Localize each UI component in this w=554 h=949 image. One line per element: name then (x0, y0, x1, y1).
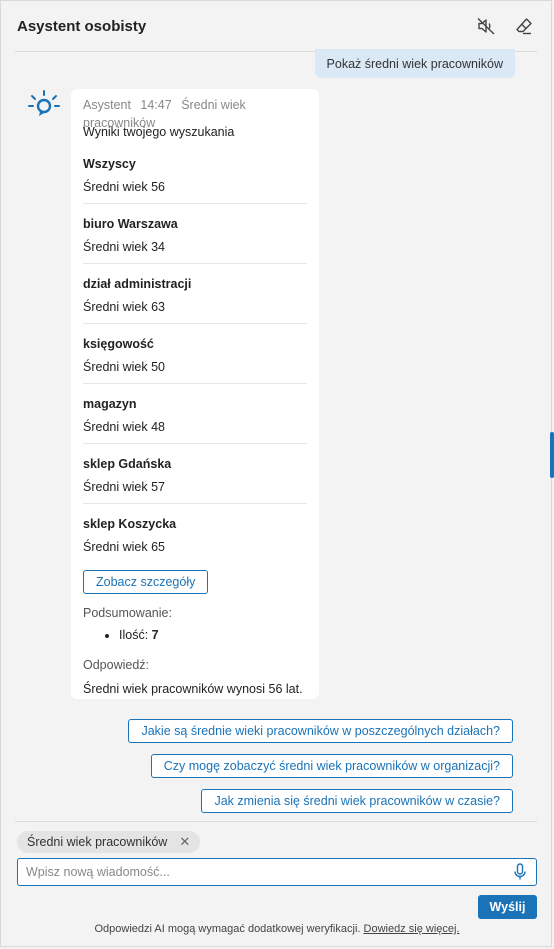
lightbulb-icon (28, 90, 60, 116)
result-list: Wszyscy Średni wiek 56 biuro Warszawa Śr… (83, 150, 307, 556)
user-message: Pokaż średni wiek pracowników (314, 49, 515, 78)
assistant-avatar (27, 89, 61, 119)
header: Asystent osobisty (1, 1, 551, 51)
result-name: księgowość (83, 337, 154, 351)
result-age: Średni wiek 65 (83, 540, 165, 554)
send-button[interactable]: Wyślij (478, 895, 537, 919)
scroll-indicator (550, 432, 554, 478)
result-name: Wszyscy (83, 157, 136, 171)
speaker-muted-icon (477, 17, 495, 35)
result-item: sklep Koszycka Średni wiek 65 (83, 504, 307, 556)
result-name: sklep Koszycka (83, 517, 177, 531)
message-input-box (17, 858, 537, 886)
see-details-button[interactable]: Zobacz szczegóły (83, 570, 209, 594)
clear-chat-button[interactable] (513, 15, 535, 37)
mute-button[interactable] (475, 15, 497, 37)
ai-disclaimer: Odpowiedzi AI mogą wymagać dodatkowej we… (1, 923, 553, 935)
eraser-icon (516, 18, 532, 35)
composer-divider (15, 821, 537, 822)
summary-label: Podsumowanie: (83, 606, 172, 620)
learn-more-link[interactable]: Dowiedz się więcej. (364, 923, 460, 935)
summary-item-label: Ilość: (119, 628, 149, 642)
summary-item: Ilość: 7 (119, 628, 307, 642)
assistant-panel: Asystent osobisty Pokaż średni wiek prac… (0, 0, 552, 947)
context-chip-label: Średni wiek pracowników (27, 835, 168, 849)
message-input[interactable] (26, 865, 512, 879)
assistant-message: Asystent 14:47 Średni wiek pracowników W… (71, 89, 319, 699)
suggestion-list: Jakie są średnie wieki pracowników w pos… (128, 719, 513, 824)
result-item: sklep Gdańska Średni wiek 57 (83, 444, 307, 504)
close-icon[interactable]: ✕ (179, 834, 190, 850)
sender-name: Asystent (83, 98, 131, 112)
message-time: 14:47 (140, 98, 172, 112)
disclaimer-text: Odpowiedzi AI mogą wymagać dodatkowej we… (94, 923, 361, 935)
microphone-icon[interactable] (512, 863, 528, 881)
result-age: Średni wiek 34 (83, 240, 165, 254)
result-name: magazyn (83, 397, 137, 411)
summary-list: Ilość: 7 (83, 628, 307, 646)
result-name: biuro Warszawa (83, 217, 178, 231)
result-item: księgowość Średni wiek 50 (83, 324, 307, 384)
answer-text: Średni wiek pracowników wynosi 56 lat. (83, 682, 303, 696)
suggestion-button[interactable]: Jak zmienia się średni wiek pracowników … (201, 789, 513, 813)
answer-label: Odpowiedź: (83, 658, 150, 672)
result-item: magazyn Średni wiek 48 (83, 384, 307, 444)
result-age: Średni wiek 63 (83, 300, 165, 314)
result-item: biuro Warszawa Średni wiek 34 (83, 204, 307, 264)
result-item: dział administracji Średni wiek 63 (83, 264, 307, 324)
context-chip: Średni wiek pracowników ✕ (17, 831, 201, 853)
result-age: Średni wiek 48 (83, 420, 165, 434)
summary-item-value: 7 (151, 628, 159, 642)
result-age: Średni wiek 56 (83, 180, 165, 194)
result-item: Wszyscy Średni wiek 56 (83, 150, 307, 204)
panel-title: Asystent osobisty (17, 17, 147, 35)
result-name: dział administracji (83, 277, 192, 291)
suggestion-button[interactable]: Jakie są średnie wieki pracowników w pos… (128, 719, 513, 743)
result-age: Średni wiek 57 (83, 480, 165, 494)
results-caption: Wyniki twojego wyszukania (83, 125, 235, 139)
result-age: Średni wiek 50 (83, 360, 165, 374)
result-name: sklep Gdańska (83, 457, 172, 471)
suggestion-button[interactable]: Czy mogę zobaczyć średni wiek pracownikó… (150, 754, 513, 778)
message-meta: Asystent 14:47 Średni wiek pracowników (83, 96, 307, 130)
